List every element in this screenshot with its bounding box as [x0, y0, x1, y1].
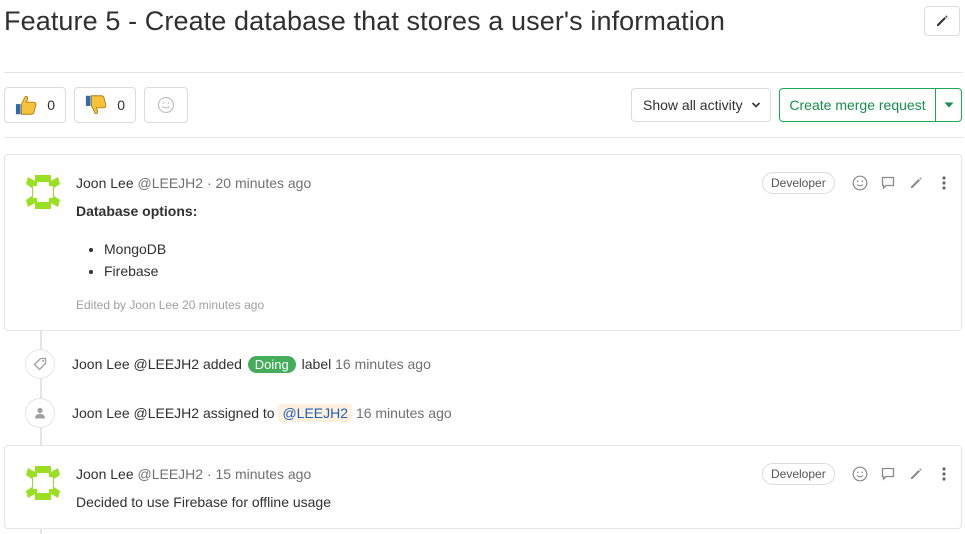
reply-button[interactable]	[874, 173, 902, 193]
edit-comment-button[interactable]	[902, 173, 930, 193]
author-handle[interactable]: @LEEJH2	[138, 175, 204, 191]
title-divider	[4, 72, 963, 73]
thumbs-up-award-button[interactable]: 0	[4, 87, 66, 123]
create-merge-request-split-button: Create merge request	[779, 88, 962, 122]
note-timestamp[interactable]: 16 minutes ago	[335, 356, 431, 372]
role-badge: Developer	[762, 172, 835, 194]
create-merge-request-button[interactable]: Create merge request	[780, 89, 936, 121]
note-timestamp[interactable]: · 20 minutes ago	[207, 175, 311, 191]
merge-request-options-toggle[interactable]	[936, 89, 961, 121]
kebab-menu-icon	[942, 176, 946, 190]
smiley-icon	[157, 96, 175, 114]
activity-filter-dropdown[interactable]: Show all activity	[631, 88, 771, 122]
edit-comment-button[interactable]	[902, 464, 930, 484]
author-handle[interactable]: @LEEJH2	[138, 466, 204, 482]
smiley-icon	[852, 175, 868, 191]
author-handle[interactable]: @LEEJH2	[134, 405, 200, 421]
comment-note: Joon Lee @LEEJH2 · 20 minutes ago Develo…	[4, 154, 962, 331]
system-note-text: Joon Lee @LEEJH2 added Doing label 16 mi…	[72, 355, 431, 373]
author-name[interactable]: Joon Lee	[76, 466, 134, 482]
thumbs-up-icon	[15, 95, 37, 115]
edited-indicator: Edited by Joon Lee 20 minutes ago	[76, 298, 265, 312]
note-timestamp[interactable]: · 15 minutes ago	[207, 466, 311, 482]
edit-title-button[interactable]	[924, 6, 960, 36]
system-note-assignee: Joon Lee @LEEJH2 assigned to @LEEJH2 16 …	[25, 397, 452, 429]
thumbs-down-icon	[85, 95, 107, 115]
note-heading: Database options:	[76, 203, 198, 219]
system-note-label: Joon Lee @LEEJH2 added Doing label 16 mi…	[25, 348, 431, 380]
comment-note: Joon Lee @LEEJH2 · 15 minutes ago Develo…	[4, 445, 962, 529]
note-list: MongoDB Firebase	[76, 238, 166, 282]
comment-icon	[881, 176, 895, 190]
add-reaction-button[interactable]	[144, 87, 188, 123]
caret-down-icon	[944, 102, 953, 108]
comment-icon	[881, 467, 895, 481]
action-text: added	[202, 355, 242, 372]
list-item: MongoDB	[104, 238, 166, 260]
author-name[interactable]: Joon Lee	[72, 405, 130, 421]
note-timestamp[interactable]: 16 minutes ago	[356, 405, 452, 421]
thumbs-up-count: 0	[47, 97, 55, 113]
pencil-icon	[937, 15, 948, 26]
note-actions	[846, 173, 958, 193]
avatar[interactable]	[23, 172, 63, 212]
chevron-down-icon	[751, 102, 760, 108]
list-item: Firebase	[104, 260, 166, 282]
tag-icon	[33, 357, 47, 371]
note-body: Decided to use Firebase for offline usag…	[76, 494, 332, 510]
author-name[interactable]: Joon Lee	[72, 356, 130, 372]
page-title: Feature 5 - Create database that stores …	[4, 6, 726, 36]
action-text: assigned to	[202, 405, 275, 421]
pencil-icon	[911, 177, 922, 188]
activity-filter-label: Show all activity	[643, 97, 743, 113]
user-icon-badge	[25, 398, 55, 428]
toolbar-divider	[4, 137, 963, 138]
avatar[interactable]	[23, 463, 63, 503]
note-header: Joon Lee @LEEJH2 · 15 minutes ago	[76, 466, 311, 482]
pencil-icon	[911, 468, 922, 479]
smiley-icon	[852, 466, 868, 482]
thumbs-down-award-button[interactable]: 0	[74, 87, 136, 123]
note-actions	[846, 464, 958, 484]
author-name[interactable]: Joon Lee	[76, 175, 134, 191]
assignee-mention[interactable]: @LEEJH2	[278, 404, 353, 422]
kebab-menu-icon	[942, 467, 946, 481]
note-header: Joon Lee @LEEJH2 · 20 minutes ago	[76, 175, 311, 191]
add-reaction-button[interactable]	[846, 464, 874, 484]
system-note-text: Joon Lee @LEEJH2 assigned to @LEEJH2 16 …	[72, 404, 452, 422]
user-icon	[35, 407, 45, 419]
tag-icon-badge	[25, 349, 55, 379]
role-badge: Developer	[762, 463, 835, 485]
thumbs-down-count: 0	[117, 97, 125, 113]
add-reaction-button[interactable]	[846, 173, 874, 193]
reply-button[interactable]	[874, 464, 902, 484]
more-actions-button[interactable]	[930, 464, 958, 484]
label-badge[interactable]: Doing	[247, 355, 296, 373]
author-handle[interactable]: @LEEJH2	[134, 356, 200, 372]
more-actions-button[interactable]	[930, 173, 958, 193]
label-suffix: label	[301, 355, 332, 372]
